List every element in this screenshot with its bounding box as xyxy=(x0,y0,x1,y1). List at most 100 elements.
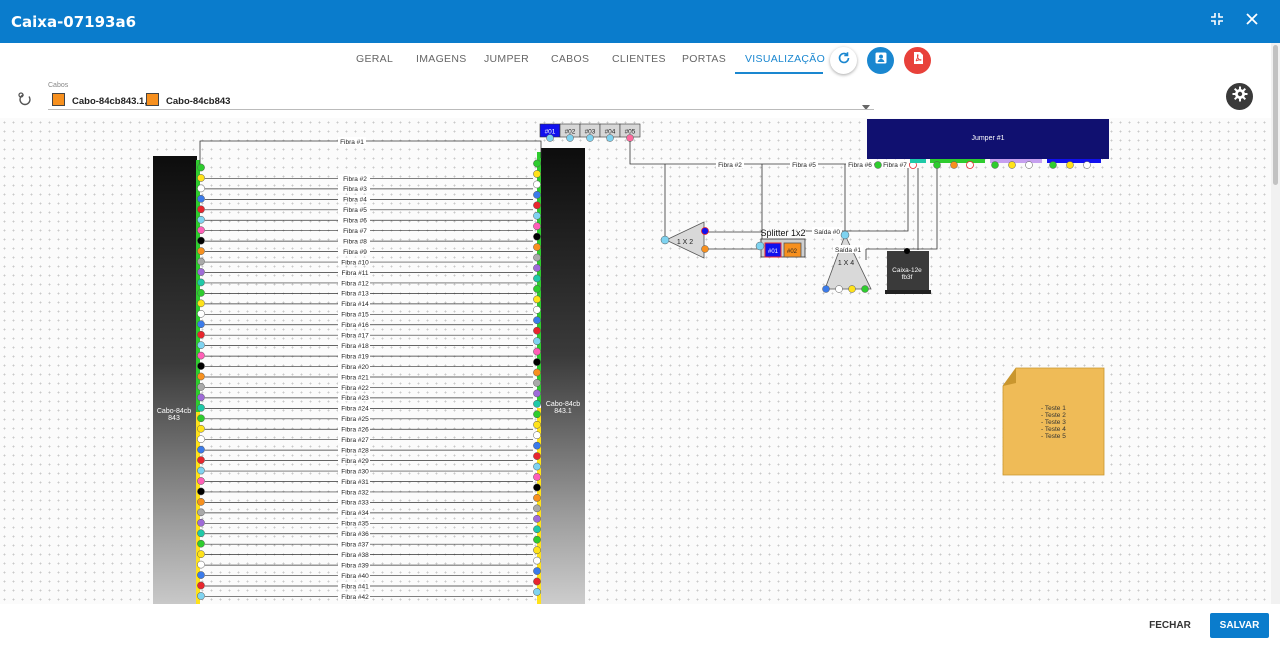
right-fiber-connector[interactable] xyxy=(533,232,541,241)
right-fiber-connector[interactable] xyxy=(533,494,541,502)
tab-geral[interactable]: GERAL xyxy=(356,53,393,65)
tab-imagens[interactable]: IMAGENS xyxy=(416,53,467,65)
left-fiber-connector[interactable] xyxy=(197,278,205,287)
left-fiber-connector[interactable] xyxy=(197,550,205,558)
right-fiber-connector[interactable] xyxy=(533,253,541,262)
left-fiber-connector[interactable] xyxy=(197,195,205,203)
left-fiber-connector[interactable] xyxy=(197,404,205,412)
cables-select-underline[interactable] xyxy=(48,109,874,110)
left-fiber-connector[interactable] xyxy=(197,581,205,590)
close-button[interactable]: FECHAR xyxy=(1146,616,1194,636)
left-fiber-connector[interactable] xyxy=(197,362,205,370)
left-fiber-connector[interactable] xyxy=(197,508,205,517)
right-fiber-connector[interactable] xyxy=(533,368,541,377)
left-fiber-connector[interactable] xyxy=(197,309,205,318)
left-fiber-connector[interactable] xyxy=(197,393,205,402)
left-fiber-connector[interactable] xyxy=(197,529,205,538)
right-fiber-connector[interactable] xyxy=(533,170,541,178)
right-fiber-connector[interactable] xyxy=(533,441,541,450)
right-fiber-connector[interactable] xyxy=(533,305,541,314)
tab-jumper[interactable]: JUMPER xyxy=(484,53,529,65)
right-fiber-connector[interactable] xyxy=(533,410,541,419)
left-fiber-connector[interactable] xyxy=(197,289,205,297)
left-fiber-connector[interactable] xyxy=(197,236,205,245)
right-fiber-connector[interactable] xyxy=(533,567,541,575)
left-fiber-connector[interactable] xyxy=(197,215,205,224)
left-fiber-connector[interactable] xyxy=(197,477,205,485)
right-cable-body[interactable] xyxy=(541,148,585,604)
link-icon[interactable] xyxy=(16,91,32,112)
left-fiber-connector[interactable] xyxy=(197,184,205,193)
right-fiber-connector[interactable] xyxy=(533,577,541,586)
fiber-1-line[interactable] xyxy=(199,140,542,166)
tab-portas[interactable]: PORTAS xyxy=(682,53,726,65)
contact-card-button[interactable] xyxy=(867,47,894,74)
left-fiber-connector[interactable] xyxy=(197,163,205,172)
left-fiber-connector[interactable] xyxy=(197,320,205,329)
left-fiber-connector[interactable] xyxy=(197,414,205,423)
right-fiber-connector[interactable] xyxy=(533,274,541,283)
right-fiber-connector[interactable] xyxy=(533,400,541,408)
pdf-export-button[interactable] xyxy=(904,47,931,74)
diagram-canvas[interactable]: Cabo-84cb 843 Cabo-84cb 843.1 Fibra #1 F… xyxy=(0,118,1271,604)
right-fiber-connector[interactable] xyxy=(533,473,541,481)
close-icon[interactable] xyxy=(1243,12,1261,30)
right-fiber-connector[interactable] xyxy=(533,211,541,220)
left-fiber-connector[interactable] xyxy=(197,247,205,255)
left-fiber-connector[interactable] xyxy=(197,424,205,433)
right-fiber-connector[interactable] xyxy=(533,546,541,554)
left-fiber-connector[interactable] xyxy=(197,518,205,527)
right-fiber-connector[interactable] xyxy=(533,159,541,168)
refresh-button[interactable] xyxy=(830,47,857,74)
right-fiber-connector[interactable] xyxy=(533,243,541,251)
right-fiber-connector[interactable] xyxy=(533,452,541,460)
right-fiber-connector[interactable] xyxy=(533,504,541,513)
left-fiber-connector[interactable] xyxy=(197,435,205,444)
minimize-icon[interactable] xyxy=(1208,12,1226,30)
left-fiber-connector[interactable] xyxy=(197,445,205,454)
tab-visualizacao[interactable]: VISUALIZAÇÃO xyxy=(745,53,825,65)
left-fiber-connector[interactable] xyxy=(197,299,205,308)
left-fiber-connector[interactable] xyxy=(197,351,205,360)
left-fiber-connector[interactable] xyxy=(197,372,205,381)
left-fiber-connector[interactable] xyxy=(197,456,205,464)
right-fiber-connector[interactable] xyxy=(533,337,541,345)
chevron-down-icon[interactable] xyxy=(862,97,870,115)
left-fiber-connector[interactable] xyxy=(197,268,205,276)
right-fiber-connector[interactable] xyxy=(533,420,541,429)
scrollbar-thumb[interactable] xyxy=(1273,45,1278,185)
save-button[interactable]: SALVAR xyxy=(1210,613,1269,638)
left-fiber-connector[interactable] xyxy=(197,592,205,600)
left-fiber-connector[interactable] xyxy=(197,205,205,214)
right-fiber-connector[interactable] xyxy=(533,295,541,304)
left-fiber-connector[interactable] xyxy=(197,383,205,391)
left-fiber-connector[interactable] xyxy=(197,487,205,496)
right-fiber-connector[interactable] xyxy=(533,389,541,398)
left-fiber-connector[interactable] xyxy=(197,341,205,349)
tab-clientes[interactable]: CLIENTES xyxy=(612,53,666,65)
right-fiber-connector[interactable] xyxy=(533,201,541,210)
left-fiber-connector[interactable] xyxy=(197,466,205,475)
left-fiber-connector[interactable] xyxy=(197,174,205,182)
right-fiber-connector[interactable] xyxy=(533,358,541,366)
left-fiber-connector[interactable] xyxy=(197,257,205,266)
splice-diagram[interactable]: Cabo-84cb 843 Cabo-84cb 843.1 Fibra #1 F… xyxy=(0,118,1271,604)
left-fiber-connector[interactable] xyxy=(197,539,205,548)
right-fiber-connector[interactable] xyxy=(533,191,541,199)
right-fiber-connector[interactable] xyxy=(533,462,541,471)
left-fiber-connector[interactable] xyxy=(197,498,205,506)
right-fiber-connector[interactable] xyxy=(533,316,541,325)
right-fiber-connector[interactable] xyxy=(533,180,541,189)
left-fiber-connector[interactable] xyxy=(197,560,205,569)
settings-button[interactable] xyxy=(1226,83,1253,110)
right-fiber-connector[interactable] xyxy=(533,347,541,356)
right-fiber-connector[interactable] xyxy=(533,588,541,596)
right-fiber-connector[interactable] xyxy=(533,379,541,387)
right-fiber-connector[interactable] xyxy=(533,556,541,565)
right-fiber-connector[interactable] xyxy=(533,514,541,523)
left-fiber-connector[interactable] xyxy=(197,226,205,235)
left-fiber-connector[interactable] xyxy=(197,330,205,339)
left-fiber-connector[interactable] xyxy=(197,571,205,579)
right-fiber-connector[interactable] xyxy=(533,431,541,440)
right-fiber-connector[interactable] xyxy=(533,483,541,492)
